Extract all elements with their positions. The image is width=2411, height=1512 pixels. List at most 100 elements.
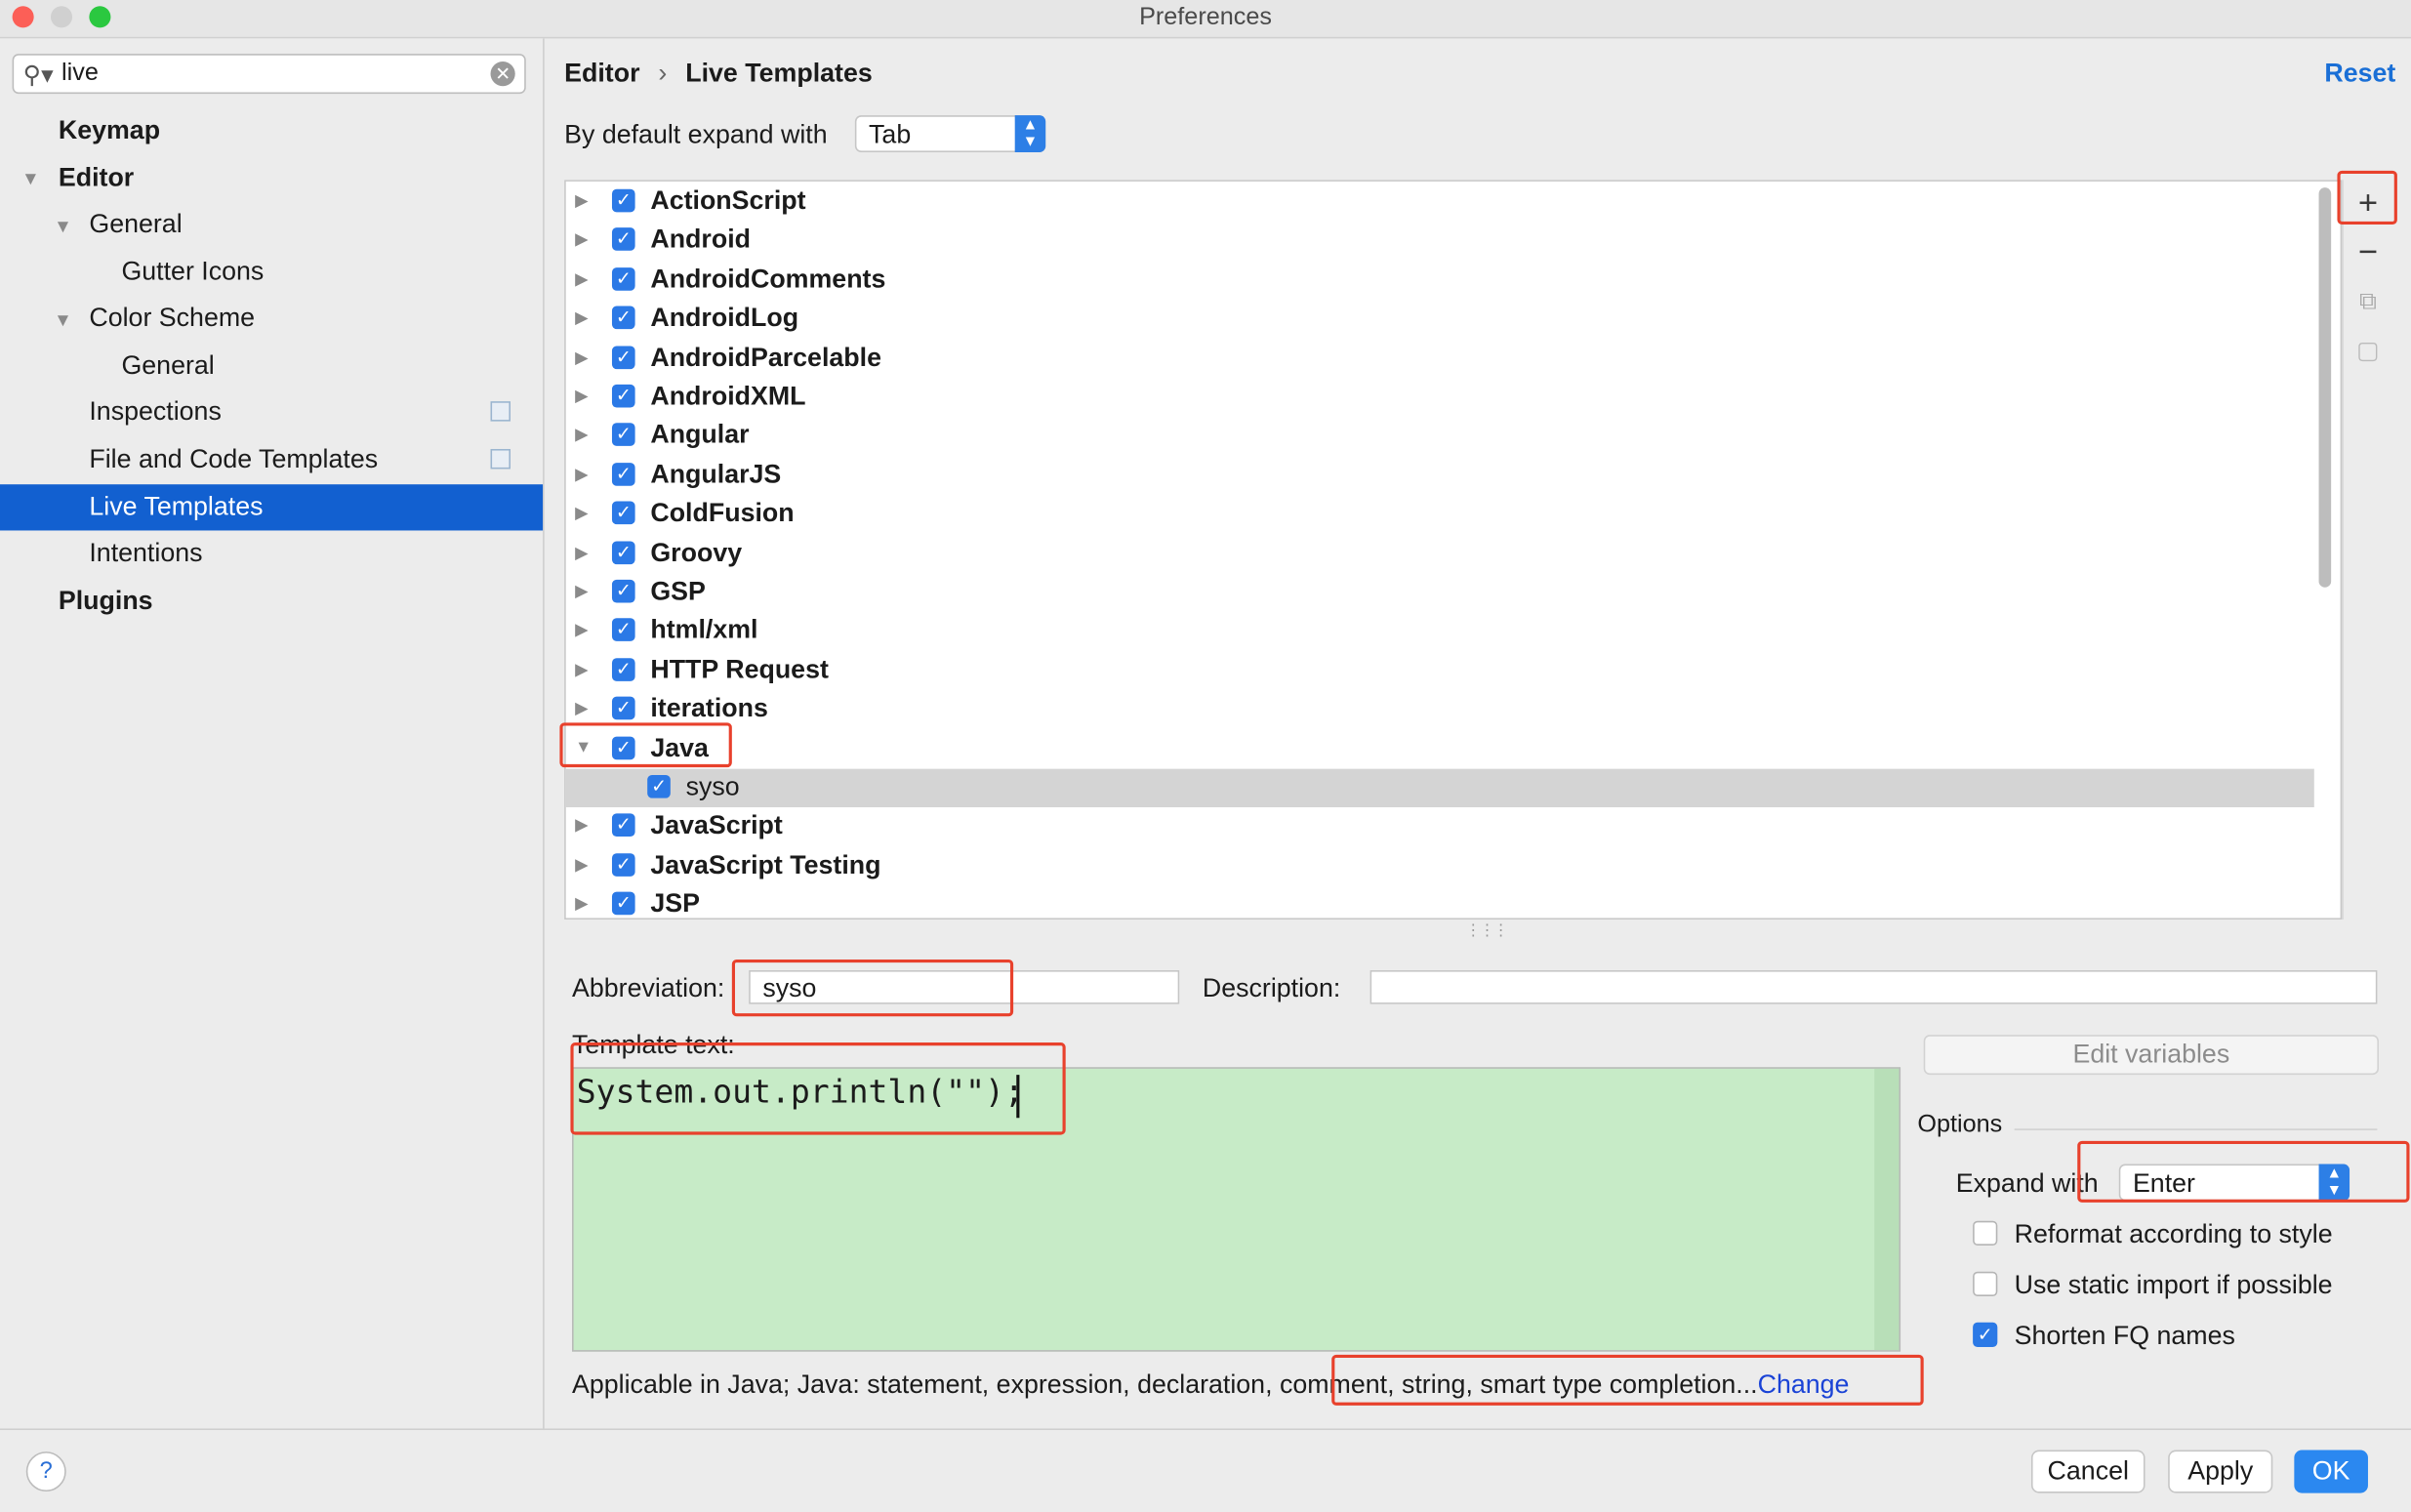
template-label: AndroidComments	[650, 264, 886, 294]
sidebar-item-intentions[interactable]: Intentions	[89, 530, 202, 576]
search-input[interactable]: ⚲▾ live ✕	[12, 54, 526, 95]
template-checkbox[interactable]: ✓	[611, 657, 635, 681]
expand-triangle-icon[interactable]: ▶	[575, 542, 588, 562]
expand-triangle-icon[interactable]: ▶	[575, 816, 588, 836]
sidebar-item-live-templates[interactable]: Live Templates	[89, 484, 263, 530]
expand-triangle-icon[interactable]: ▶	[575, 190, 588, 211]
template-group-row[interactable]: ▶ ✓ Groovy	[566, 535, 2314, 573]
template-label: AndroidXML	[650, 381, 806, 411]
edit-variables-button[interactable]: Edit variables	[1923, 1035, 2379, 1076]
expand-triangle-icon[interactable]: ▶	[575, 307, 588, 328]
help-button[interactable]: ?	[25, 1451, 66, 1492]
template-group-row[interactable]: ▶ ✓ ColdFusion	[566, 496, 2314, 534]
sidebar-item-gutter-icons[interactable]: Gutter Icons	[121, 249, 264, 295]
expand-triangle-icon[interactable]: ▶	[575, 659, 588, 679]
expand-triangle-icon[interactable]: ▶	[575, 268, 588, 289]
sidebar-item-color-general[interactable]: General	[121, 343, 214, 388]
template-group-row[interactable]: ▶ ✓ Angular	[566, 418, 2314, 456]
expand-triangle-icon[interactable]: ▶	[575, 581, 588, 601]
expand-triangle-icon[interactable]: ▶	[575, 503, 588, 523]
template-group-row[interactable]: ▶ ✓ AngularJS	[566, 457, 2314, 495]
template-group-row[interactable]: ▶ ✓ JavaScript	[566, 808, 2314, 846]
highlight-abbreviation	[731, 959, 1014, 1017]
restore-icon[interactable]: ▢	[2350, 334, 2387, 371]
expand-triangle-icon[interactable]: ▼	[21, 168, 40, 189]
template-checkbox[interactable]: ✓	[611, 306, 635, 330]
template-group-row[interactable]: ▶ ✓ AndroidLog	[566, 300, 2314, 338]
template-checkbox[interactable]: ✓	[611, 423, 635, 447]
copy-icon[interactable]: ⧉	[2350, 284, 2387, 321]
template-checkbox[interactable]: ✓	[647, 774, 671, 798]
breadcrumb-parent[interactable]: Editor	[564, 59, 639, 88]
expand-triangle-icon[interactable]: ▶	[575, 386, 588, 406]
template-group-row[interactable]: ▶ ✓ AndroidComments	[566, 261, 2314, 299]
splitter-grip-icon[interactable]: ⋮⋮⋮	[1465, 922, 1508, 939]
expand-triangle-icon[interactable]: ▶	[575, 894, 588, 914]
expand-triangle-icon[interactable]: ▶	[575, 620, 588, 640]
template-group-row[interactable]: ▶ ✓ HTTP Request	[566, 652, 2314, 690]
template-item[interactable]: ✓ syso	[565, 768, 2314, 808]
template-checkbox[interactable]: ✓	[611, 579, 635, 603]
tree-scrollbar[interactable]	[2318, 187, 2332, 588]
static-import-checkbox[interactable]	[1973, 1271, 1998, 1296]
sidebar-item-color-scheme[interactable]: Color Scheme	[89, 295, 255, 341]
template-checkbox[interactable]: ✓	[611, 227, 635, 252]
remove-icon[interactable]: −	[2350, 233, 2387, 270]
template-group-row[interactable]: ▶ ✓ ActionScript	[566, 183, 2314, 221]
sidebar-item-editor[interactable]: Editor	[59, 155, 134, 201]
apply-button[interactable]: Apply	[2168, 1450, 2273, 1493]
template-label: syso	[685, 771, 740, 801]
template-checkbox[interactable]: ✓	[611, 188, 635, 213]
description-field[interactable]	[1369, 970, 2378, 1004]
sidebar-item-inspections[interactable]: Inspections	[89, 389, 529, 435]
expand-triangle-icon[interactable]: ▶	[575, 464, 588, 484]
static-import-label: Use static import if possible	[2014, 1270, 2333, 1300]
template-checkbox[interactable]: ✓	[611, 696, 635, 720]
template-group-row[interactable]: ▶ ✓ Android	[566, 222, 2314, 260]
template-label: Groovy	[650, 537, 743, 567]
title-bar: Preferences	[0, 0, 2411, 39]
expand-triangle-icon[interactable]: ▶	[575, 855, 588, 875]
template-group-row[interactable]: ▶ ✓ JSP	[566, 886, 2314, 919]
reset-link[interactable]: Reset	[2324, 59, 2395, 90]
template-group-row[interactable]: ▶ ✓ AndroidParcelable	[566, 340, 2314, 378]
cancel-button[interactable]: Cancel	[2030, 1450, 2145, 1493]
search-icon: ⚲▾	[22, 62, 54, 90]
template-group-row[interactable]: ▼ ✓ Java	[566, 730, 2314, 768]
template-checkbox[interactable]: ✓	[611, 618, 635, 642]
reformat-checkbox[interactable]	[1973, 1220, 1998, 1246]
template-checkbox[interactable]: ✓	[611, 384, 635, 408]
template-label: html/xml	[650, 615, 758, 645]
expand-triangle-icon[interactable]: ▼	[54, 216, 72, 237]
template-group-row[interactable]: ▶ ✓ html/xml	[566, 613, 2314, 651]
template-checkbox[interactable]: ✓	[611, 266, 635, 291]
expand-triangle-icon[interactable]: ▶	[575, 347, 588, 367]
template-group-row[interactable]: ▶ ✓ GSP	[566, 574, 2314, 612]
template-tree[interactable]: ▶ ✓ ActionScript ▶ ✓ Android ▶ ✓ AndroidComments…	[564, 180, 2343, 920]
clear-search-icon[interactable]: ✕	[490, 61, 515, 87]
selection-highlight	[0, 484, 544, 531]
template-checkbox[interactable]: ✓	[611, 813, 635, 838]
template-group-row[interactable]: ▶ ✓ iterations	[566, 691, 2314, 729]
template-checkbox[interactable]: ✓	[611, 462, 635, 486]
expand-triangle-icon[interactable]: ▶	[575, 425, 588, 445]
breadcrumb: Editor › Live Templates	[564, 59, 873, 90]
expand-triangle-icon[interactable]: ▼	[54, 309, 72, 331]
template-checkbox[interactable]: ✓	[611, 852, 635, 877]
template-checkbox[interactable]: ✓	[611, 501, 635, 525]
ok-button[interactable]: OK	[2294, 1450, 2368, 1493]
template-checkbox[interactable]: ✓	[611, 345, 635, 369]
sidebar-item-general[interactable]: General	[89, 201, 182, 247]
shorten-fq-checkbox[interactable]: ✓	[1973, 1322, 1998, 1347]
template-group-row[interactable]: ▶ ✓ JavaScript Testing	[566, 847, 2314, 885]
sidebar-item-plugins[interactable]: Plugins	[59, 578, 153, 624]
highlight-expand-with	[2077, 1140, 2410, 1203]
template-checkbox[interactable]: ✓	[611, 891, 635, 916]
default-expand-select[interactable]: Tab ▲ ▼	[854, 115, 1046, 152]
template-checkbox[interactable]: ✓	[611, 540, 635, 564]
sidebar-item-keymap[interactable]: Keymap	[59, 107, 160, 153]
template-group-row[interactable]: ▶ ✓ AndroidXML	[566, 379, 2314, 417]
expand-triangle-icon[interactable]: ▶	[575, 698, 588, 718]
expand-triangle-icon[interactable]: ▶	[575, 229, 588, 250]
sidebar-item-file-code-templates[interactable]: File and Code Templates	[89, 436, 529, 482]
